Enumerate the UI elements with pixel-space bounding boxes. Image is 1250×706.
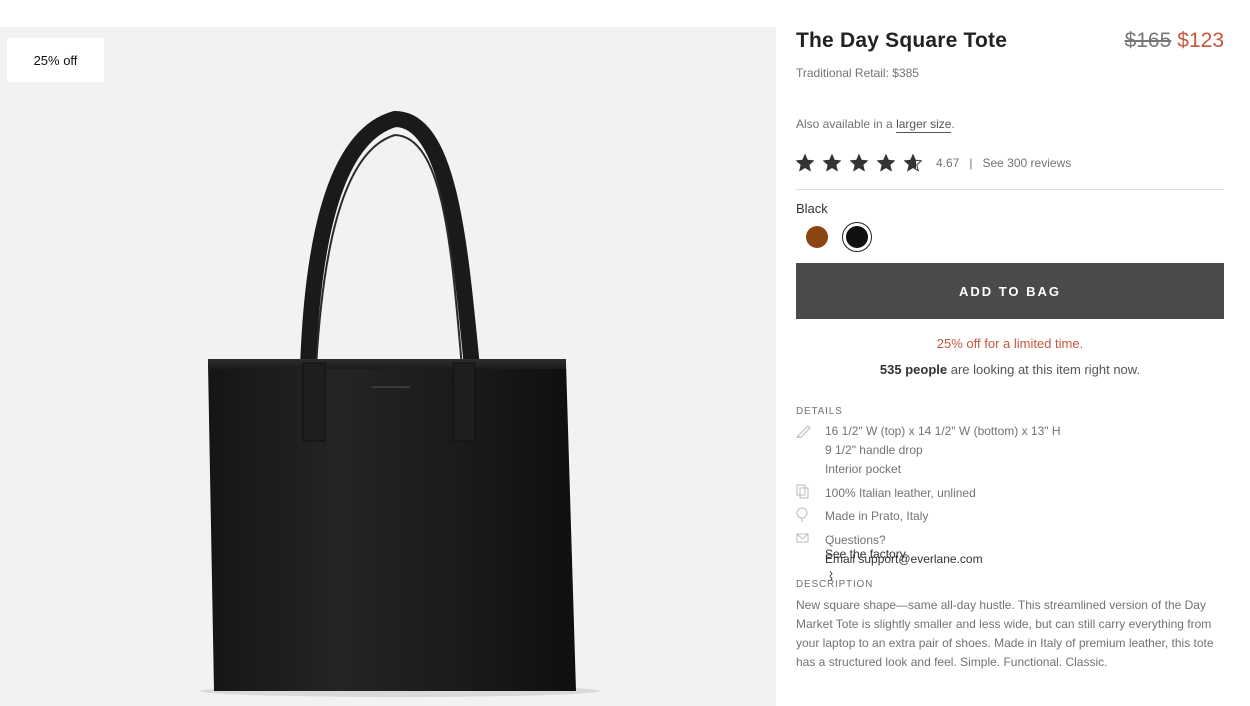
ruler-pencil-icon — [796, 425, 811, 438]
promo-text: 25% off for a limited time. — [936, 336, 1084, 351]
star-icon — [904, 154, 922, 172]
dimensions-list: 16 1/2" W (top) x 14 1/2" W (bottom) x 1… — [825, 424, 1061, 476]
selected-color-label: Black — [796, 201, 828, 216]
viewers-count: 535 people are looking at this item righ… — [879, 362, 1141, 377]
dimensions-row: 16 1/2" W (top) x 14 1/2" W (bottom) x 1… — [796, 422, 1061, 479]
questions-label: Questions? — [825, 533, 886, 547]
material-text: 100% Italian leather, unlined — [825, 486, 976, 500]
rating-separator: | — [969, 156, 973, 170]
sale-price: $123 — [1177, 29, 1224, 52]
product-title: The Day Square Tote — [796, 29, 1008, 52]
traditional-retail: Traditional Retail: $385 — [796, 66, 919, 80]
sale-badge: 25% off — [7, 38, 104, 82]
price: $165 $123 — [1125, 29, 1224, 53]
original-price: $165 — [1124, 29, 1172, 52]
swatch-dot — [806, 226, 828, 248]
color-swatch-brown[interactable] — [802, 222, 832, 252]
rating-value: 4.67 — [936, 156, 960, 170]
product-gallery: 25% off — [0, 27, 776, 706]
location-pin-icon — [796, 507, 808, 522]
color-swatch-black[interactable] — [842, 222, 872, 252]
larger-size-link[interactable]: larger size — [896, 117, 952, 133]
star-rating — [796, 154, 922, 172]
tote-bag-image[interactable] — [0, 27, 776, 706]
fabric-icon — [796, 484, 809, 499]
add-to-bag-button[interactable]: ADD TO BAG — [796, 263, 1224, 319]
star-icon — [877, 154, 895, 172]
description-text: New square shape—same all-day hustle. Th… — [796, 598, 1214, 669]
see-reviews-link[interactable]: See 300 reviews — [982, 156, 1071, 170]
divider — [796, 189, 1224, 190]
material-row: 100% Italian leather, unlined — [796, 484, 976, 503]
rating: 4.67 | See 300 reviews — [796, 152, 1071, 174]
product-info: The Day Square Tote $165 $123 Traditional… — [796, 0, 1224, 706]
origin-text: Made in Prato, Italy — [825, 509, 929, 523]
also-available: Also available in a larger size. — [796, 117, 955, 133]
star-icon — [823, 154, 841, 172]
star-icon — [850, 154, 868, 172]
color-swatches — [802, 222, 872, 252]
description-heading: DESCRIPTION — [796, 579, 874, 590]
envelope-icon — [796, 533, 809, 543]
details-heading: DETAILS — [796, 406, 843, 417]
star-icon — [796, 154, 814, 172]
swatch-dot — [846, 226, 868, 248]
